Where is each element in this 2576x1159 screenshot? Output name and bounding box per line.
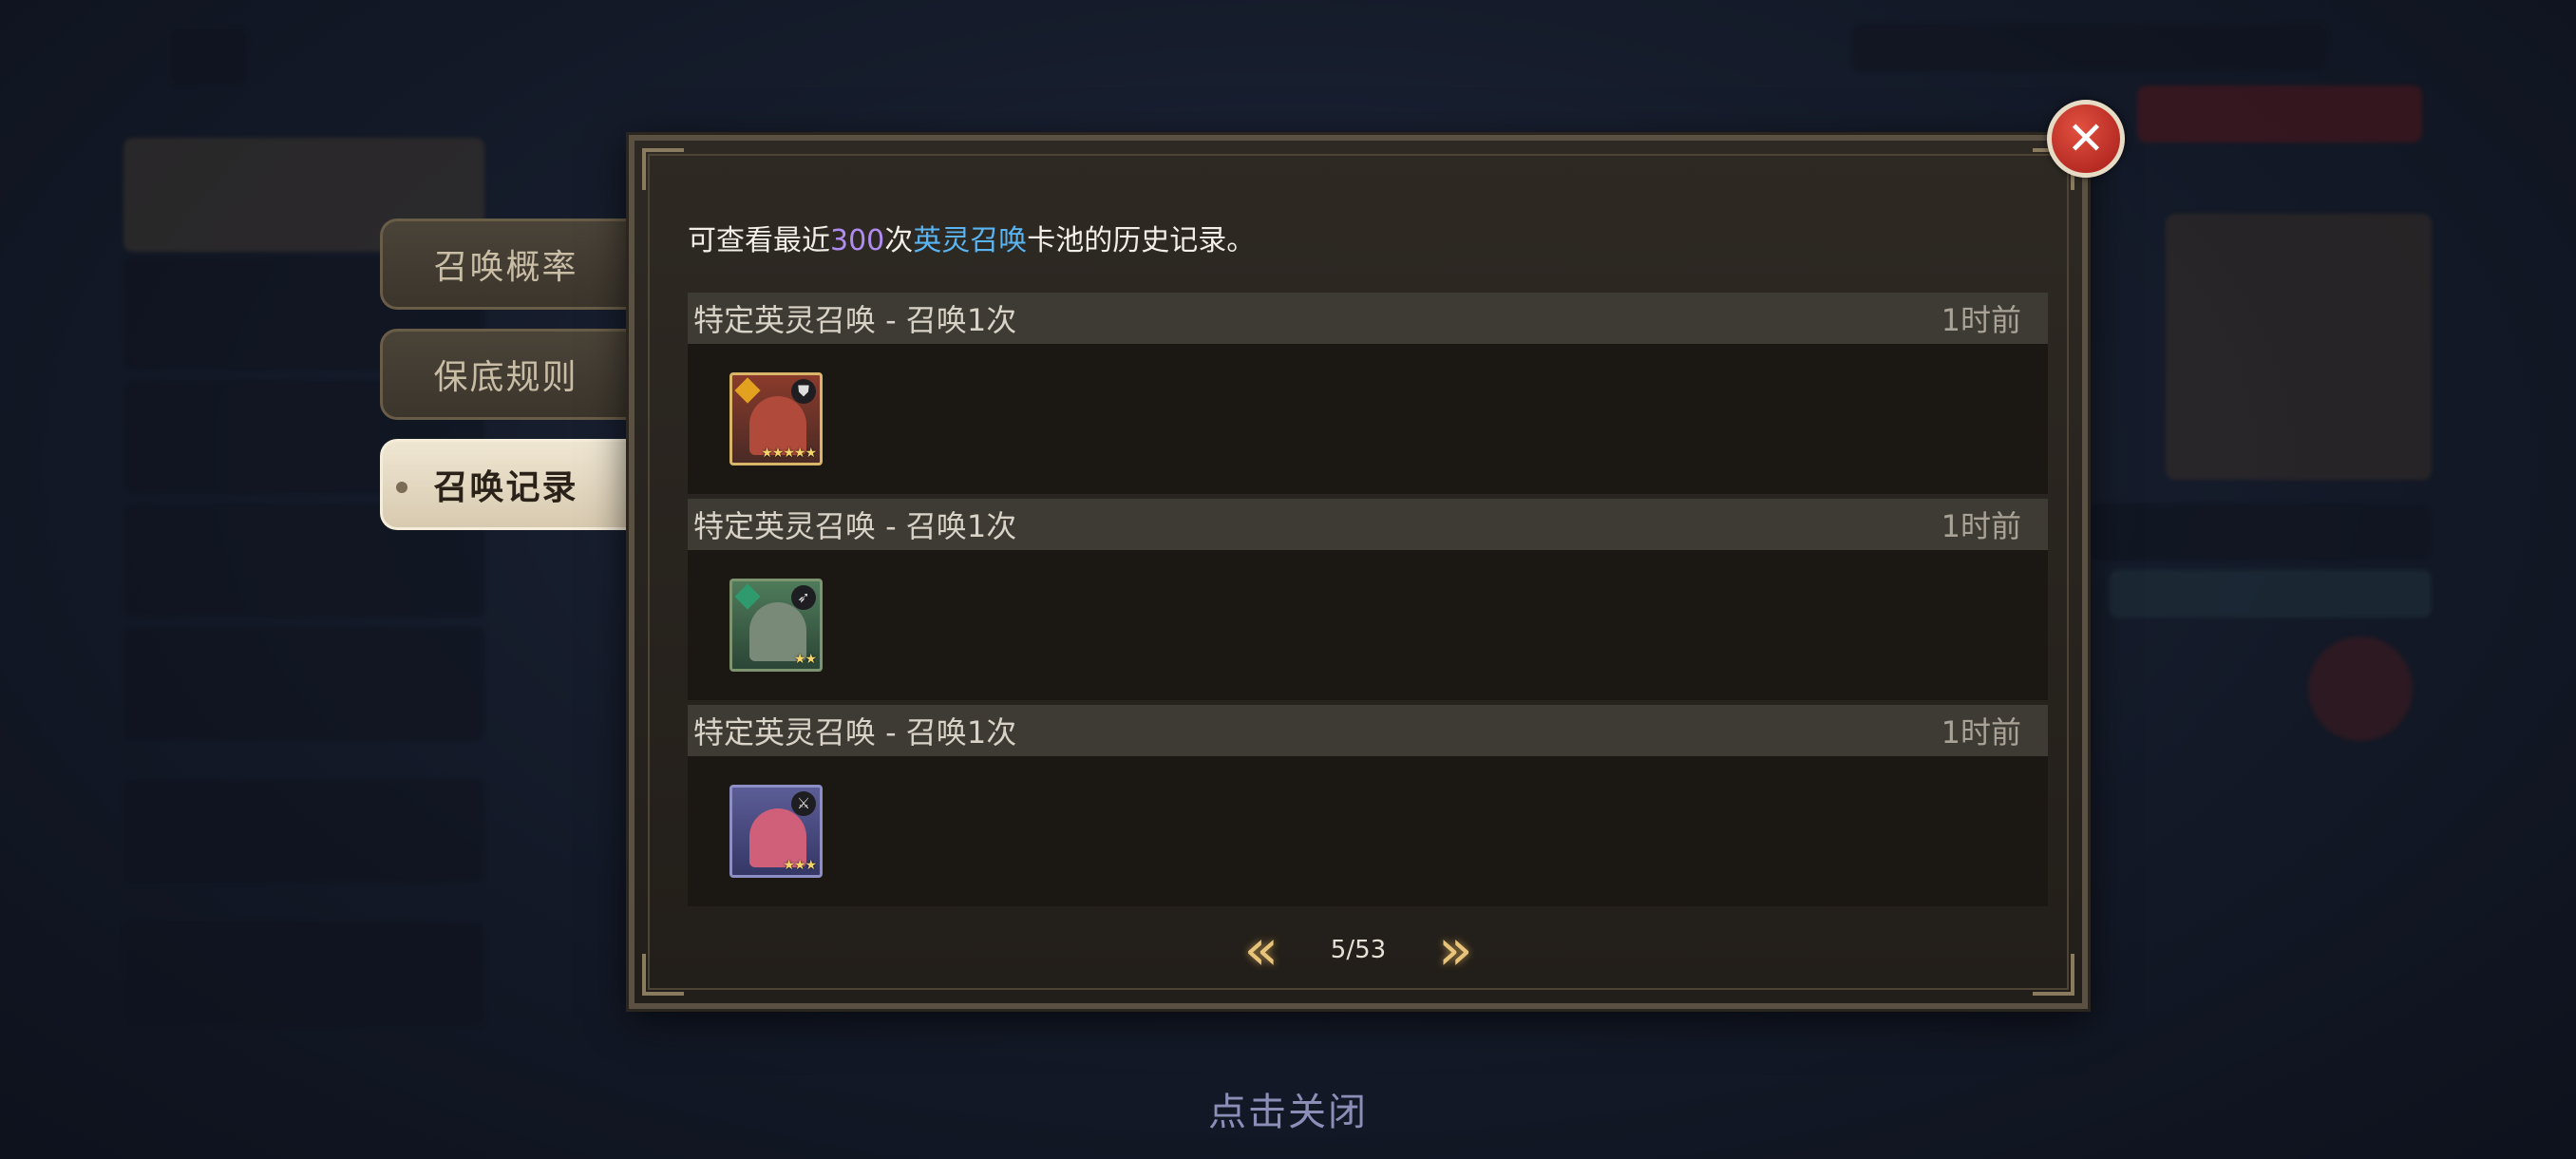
tab-label: 召唤记录 [433,468,578,507]
rarity-stars: ★★★ [783,858,817,873]
record-time: 1时前 [1941,714,2021,750]
rarity-stars: ★★★★★ [761,446,817,461]
tab-pity-rules[interactable]: 保底规则 [380,329,629,420]
history-description: 可查看最近300次英灵召唤卡池的历史记录。 [688,217,1255,258]
summon-history-panel: 可查看最近300次英灵召唤卡池的历史记录。 特定英灵召唤 - 召唤1次 1时前 … [629,135,2088,1009]
record-title: 特定英灵召唤 - 召唤1次 [693,508,1017,544]
close-icon: ✕ [2066,112,2106,165]
frame-corner [642,148,684,190]
intro-suffix: 卡池的历史记录。 [1027,224,1256,257]
tab-summon-probability[interactable]: 召唤概率 [380,218,629,310]
double-chevron-left-icon[interactable]: « [1219,922,1304,978]
record-time: 1时前 [1941,508,2021,544]
record-header: 特定英灵召唤 - 召唤1次 1时前 [688,499,2048,550]
tab-label: 保底规则 [433,358,578,397]
fire-element-icon [734,377,761,404]
intro-mid: 次 [884,224,914,257]
intro-pool-name: 英灵召唤 [913,224,1028,257]
record-title: 特定英灵召唤 - 召唤1次 [693,302,1017,338]
rarity-stars: ★★ [793,652,817,667]
hero-card[interactable]: ➶ ★★ [729,579,823,672]
shield-class-icon: ⛊ [791,379,816,404]
wind-element-icon [734,583,761,610]
hero-card[interactable]: ⛊ ★★★★★ [729,372,823,466]
active-indicator [396,482,407,493]
history-record: 特定英灵召唤 - 召唤1次 1时前 ➶ ★★ [688,499,2048,700]
hero-card[interactable]: ⚔ ★★★ [729,785,823,878]
intro-count: 300 [830,224,885,257]
blade-class-icon: ⚔ [791,791,816,816]
tap-to-close-hint[interactable]: 点击关闭 [0,1081,2576,1136]
intro-prefix: 可查看最近 [688,224,830,257]
tab-label: 召唤概率 [433,248,578,287]
pagination: « 5/53 » [635,922,2082,978]
double-chevron-right-icon[interactable]: » [1412,922,1498,978]
record-title: 特定英灵召唤 - 召唤1次 [693,714,1017,750]
history-record: 特定英灵召唤 - 召唤1次 1时前 ⛊ ★★★★★ [688,293,2048,494]
record-header: 特定英灵召唤 - 召唤1次 1时前 [688,293,2048,344]
record-header: 特定英灵召唤 - 召唤1次 1时前 [688,705,2048,756]
close-button[interactable]: ✕ [2047,100,2125,178]
tab-summon-history[interactable]: 召唤记录 [380,439,629,530]
page-indicator: 5/53 [1330,936,1387,964]
record-time: 1时前 [1941,302,2021,338]
history-record: 特定英灵召唤 - 召唤1次 1时前 ⚔ ★★★ [688,705,2048,906]
bow-class-icon: ➶ [791,585,816,610]
